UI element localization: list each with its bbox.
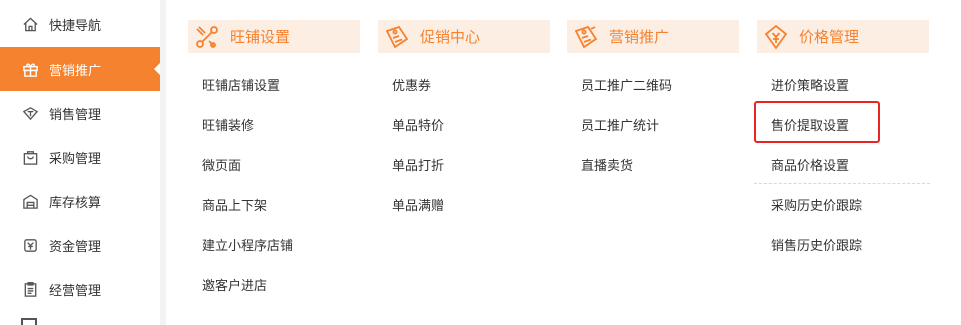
sidebar-item-label: 资金管理 [49,239,102,255]
sidebar-item-sales[interactable]: 销售管理 [0,91,160,135]
menu-item-single-special-price[interactable]: 单品特价 [392,115,444,134]
home-icon [21,15,39,33]
dashed-divider [754,183,930,184]
highlight-box [754,101,880,143]
column-marketing: 营销推广 员工推广二维码 员工推广统计 直播卖货 [567,20,739,174]
column-title: 价格管理 [799,28,860,46]
marketing-tag-icon [571,22,601,52]
sidebar-item-purchase[interactable]: 采购管理 [0,135,160,179]
menu-item-single-gift[interactable]: 单品满赠 [392,195,444,214]
sidebar-item-quick-nav[interactable]: 快捷导航 [0,2,160,46]
sidebar-item-inventory[interactable]: 库存核算 [0,179,160,223]
column-price-management: 价格管理 进价策略设置 售价提取设置 商品价格设置 采购历史价跟踪 销售历史价跟… [757,20,929,254]
menu-item-purchase-price-history[interactable]: 采购历史价跟踪 [771,195,862,214]
column-header: 促销中心 [378,20,550,53]
menu-item-single-discount[interactable]: 单品打折 [392,155,444,174]
sidebar-item-operations[interactable]: 经营管理 [0,267,160,311]
menu-item-shop-decoration[interactable]: 旺铺装修 [202,115,254,134]
sales-icon [21,104,39,122]
column-shop-settings: 旺铺设置 旺铺店铺设置 旺铺装修 微页面 商品上下架 建立小程序店铺 邀客户进店 [188,20,360,294]
price-tag-icon [761,22,791,52]
sidebar-item-label: 经营管理 [49,283,102,299]
menu-item-purchase-price-strategy[interactable]: 进价策略设置 [771,75,849,94]
sidebar-item-label: 快捷导航 [49,18,102,34]
sidebar-item-label: 库存核算 [49,195,102,211]
menu-item-product-price-settings[interactable]: 商品价格设置 [771,155,849,174]
menu-item-live-selling[interactable]: 直播卖货 [581,155,633,174]
sidebar-item-label: 营销推广 [49,63,102,79]
column-header: 营销推广 [567,20,739,53]
menu-item-invite-customers[interactable]: 邀客户进店 [202,275,267,294]
sidebar: 快捷导航 营销推广 销售管理 采购管理 库存核算 资金管理 经营管理 [0,0,160,325]
promotion-tag-icon [382,22,412,52]
menu-item-shop-settings[interactable]: 旺铺店铺设置 [202,75,280,94]
column-title: 营销推广 [609,28,670,46]
column-promotion-center: 促销中心 优惠券 单品特价 单品打折 单品满赠 [378,20,550,214]
menu-item-mini-program-store[interactable]: 建立小程序店铺 [202,235,293,254]
column-header: 价格管理 [757,20,929,53]
column-header: 旺铺设置 [188,20,360,53]
money-icon [21,236,39,254]
shop-tools-icon [192,22,222,52]
menu-item-sales-price-history[interactable]: 销售历史价跟踪 [771,235,862,254]
menu-item-coupon[interactable]: 优惠券 [392,75,431,94]
sidebar-item-partial-icon [21,318,37,325]
menu-item-staff-qr-code[interactable]: 员工推广二维码 [581,75,672,94]
clipboard-icon [21,280,39,298]
menu-item-micro-page[interactable]: 微页面 [202,155,241,174]
warehouse-icon [21,192,39,210]
column-title: 旺铺设置 [230,28,291,46]
sidebar-item-label: 销售管理 [49,107,102,123]
gift-icon [21,60,39,78]
menu-item-product-listing[interactable]: 商品上下架 [202,195,267,214]
sidebar-item-marketing[interactable]: 营销推广 [0,47,160,91]
column-title: 促销中心 [420,28,481,46]
menu-panel: 旺铺设置 旺铺店铺设置 旺铺装修 微页面 商品上下架 建立小程序店铺 邀客户进店… [166,0,961,325]
shopping-bag-icon [21,148,39,166]
sidebar-item-label: 采购管理 [49,151,102,167]
menu-item-staff-promo-stats[interactable]: 员工推广统计 [581,115,659,134]
sidebar-item-funds[interactable]: 资金管理 [0,223,160,267]
